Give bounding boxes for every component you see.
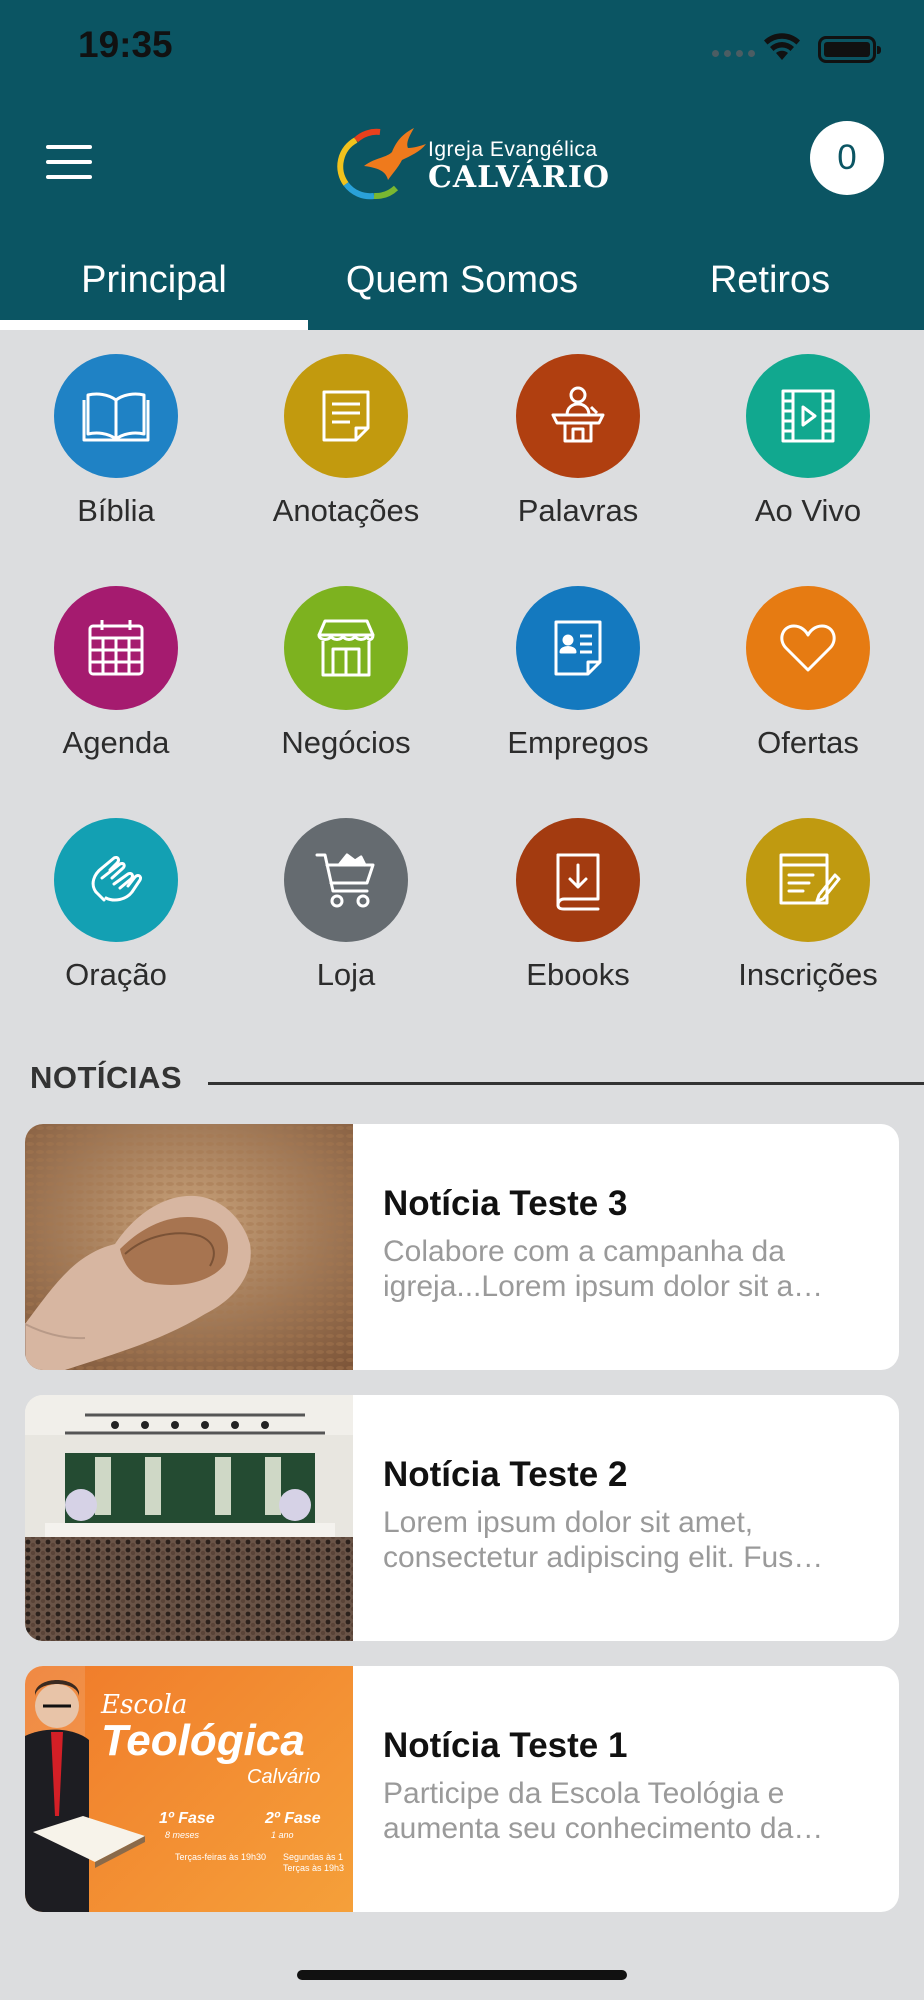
shortcut-label: Inscrições (738, 957, 878, 992)
news-divider (208, 1082, 924, 1085)
cellular-signal-icon (712, 50, 755, 57)
app-header: 19:35 Igreja Evangélica CALVÁRIO 0 Princ… (0, 0, 924, 330)
heart-icon (746, 586, 870, 710)
shortcut-label: Ebooks (526, 957, 630, 992)
tab-retiros[interactable]: Retiros (616, 240, 924, 320)
poster-schedule-1: Terças-feiras às 19h30 (175, 1852, 267, 1862)
poster-phase-1-duration: 8 meses (165, 1830, 200, 1840)
news-image-seeds (25, 1124, 353, 1370)
news-image-auditorium (25, 1395, 353, 1641)
shortcut-label: Loja (316, 957, 376, 992)
shortcut-oracao[interactable]: Oração (16, 818, 216, 993)
shortcut-loja[interactable]: Loja (246, 818, 446, 993)
shortcut-label: Empregos (507, 725, 649, 760)
news-card-1[interactable]: Escola Teológica Calvário 1º Fase 8 mese… (25, 1666, 899, 1912)
shortcut-label: Palavras (517, 493, 639, 528)
cart-icon (284, 818, 408, 942)
shortcut-anotacoes[interactable]: Anotações (246, 354, 446, 529)
ebook-download-icon (516, 818, 640, 942)
shortcut-label: Anotações (272, 493, 420, 528)
shortcut-label: Negócios (281, 725, 411, 760)
tab-principal[interactable]: Principal (0, 240, 308, 330)
wifi-icon (764, 33, 800, 60)
shortcut-palavras[interactable]: Palavras (478, 354, 678, 529)
shortcut-ofertas[interactable]: Ofertas (708, 586, 908, 761)
tab-quem-somos[interactable]: Quem Somos (308, 240, 616, 320)
store-icon (284, 586, 408, 710)
news-description-line: igreja...Lorem ipsum dolor sit a… (383, 1270, 824, 1303)
shortcut-label: Agenda (62, 725, 170, 760)
poster-schedule-2: Segundas às 1 (283, 1852, 344, 1862)
news-title: Notícia Teste 1 (383, 1726, 628, 1765)
news-card-2[interactable]: Notícia Teste 2 Lorem ipsum dolor sit am… (25, 1395, 899, 1641)
status-bar: 19:35 (0, 0, 924, 100)
news-image-escola-teologica: Escola Teológica Calvário 1º Fase 8 mese… (25, 1666, 353, 1912)
poster-phase-2-duration: 1 ano (271, 1830, 294, 1840)
calendar-icon (54, 586, 178, 710)
tab-bar: Principal Quem Somos Retiros (0, 240, 924, 330)
news-title: Notícia Teste 3 (383, 1184, 628, 1223)
news-description: Lorem ipsum dolor sit amet, consectetur … (383, 1505, 875, 1575)
poster-calvario: Calvário (247, 1766, 321, 1788)
logo-bird-icon (337, 128, 426, 200)
news-title: Notícia Teste 2 (383, 1455, 628, 1494)
news-description: Colabore com a campanha da igreja...Lore… (383, 1234, 875, 1304)
news-description-line: Lorem ipsum dolor sit amet, (383, 1506, 754, 1539)
shortcut-label: Ao Vivo (754, 493, 862, 528)
logo-line-1: Igreja Evangélica (428, 138, 598, 161)
poster-teologica: Teológica (101, 1716, 305, 1765)
profile-card-icon (516, 586, 640, 710)
news-description: Participe da Escola Teológia e aumenta s… (383, 1776, 875, 1846)
logo-line-2: CALVÁRIO (428, 160, 611, 195)
news-description-line: Colabore com a campanha da (383, 1235, 785, 1268)
shortcut-ao-vivo[interactable]: Ao Vivo (708, 354, 908, 529)
news-description-line: aumenta seu conhecimento da… (383, 1812, 824, 1845)
poster-phase-2: 2º Fase (265, 1810, 321, 1827)
form-edit-icon (746, 818, 870, 942)
shortcut-negocios[interactable]: Negócios (246, 586, 446, 761)
shortcut-biblia[interactable]: Bíblia (16, 354, 216, 529)
shortcut-label: Bíblia (77, 493, 155, 528)
cart-count-badge[interactable]: 0 (810, 121, 884, 195)
note-icon (284, 354, 408, 478)
shortcut-inscricoes[interactable]: Inscrições (708, 818, 908, 993)
shortcut-empregos[interactable]: Empregos (478, 586, 678, 761)
shortcut-ebooks[interactable]: Ebooks (478, 818, 678, 993)
shortcut-label: Ofertas (757, 725, 859, 760)
news-card-3[interactable]: Notícia Teste 3 Colabore com a campanha … (25, 1124, 899, 1370)
praying-hands-icon (54, 818, 178, 942)
church-logo: Igreja Evangélica CALVÁRIO (334, 122, 609, 202)
news-section-title: NOTÍCIAS (30, 1060, 183, 1095)
battery-icon (818, 36, 881, 63)
poster-phase-1: 1º Fase (159, 1810, 215, 1827)
shortcut-agenda[interactable]: Agenda (16, 586, 216, 761)
poster-schedule-3: Terças às 19h3 (283, 1863, 345, 1873)
news-description-line: consectetur adipiscing elit. Fus… (383, 1541, 824, 1574)
book-icon (54, 354, 178, 478)
status-time: 19:35 (78, 24, 173, 65)
shortcut-label: Oração (65, 957, 167, 992)
pulpit-icon (516, 354, 640, 478)
menu-button[interactable] (46, 145, 92, 179)
news-description-line: Participe da Escola Teológia e (383, 1777, 785, 1810)
home-indicator[interactable] (297, 1970, 627, 1980)
video-icon (746, 354, 870, 478)
